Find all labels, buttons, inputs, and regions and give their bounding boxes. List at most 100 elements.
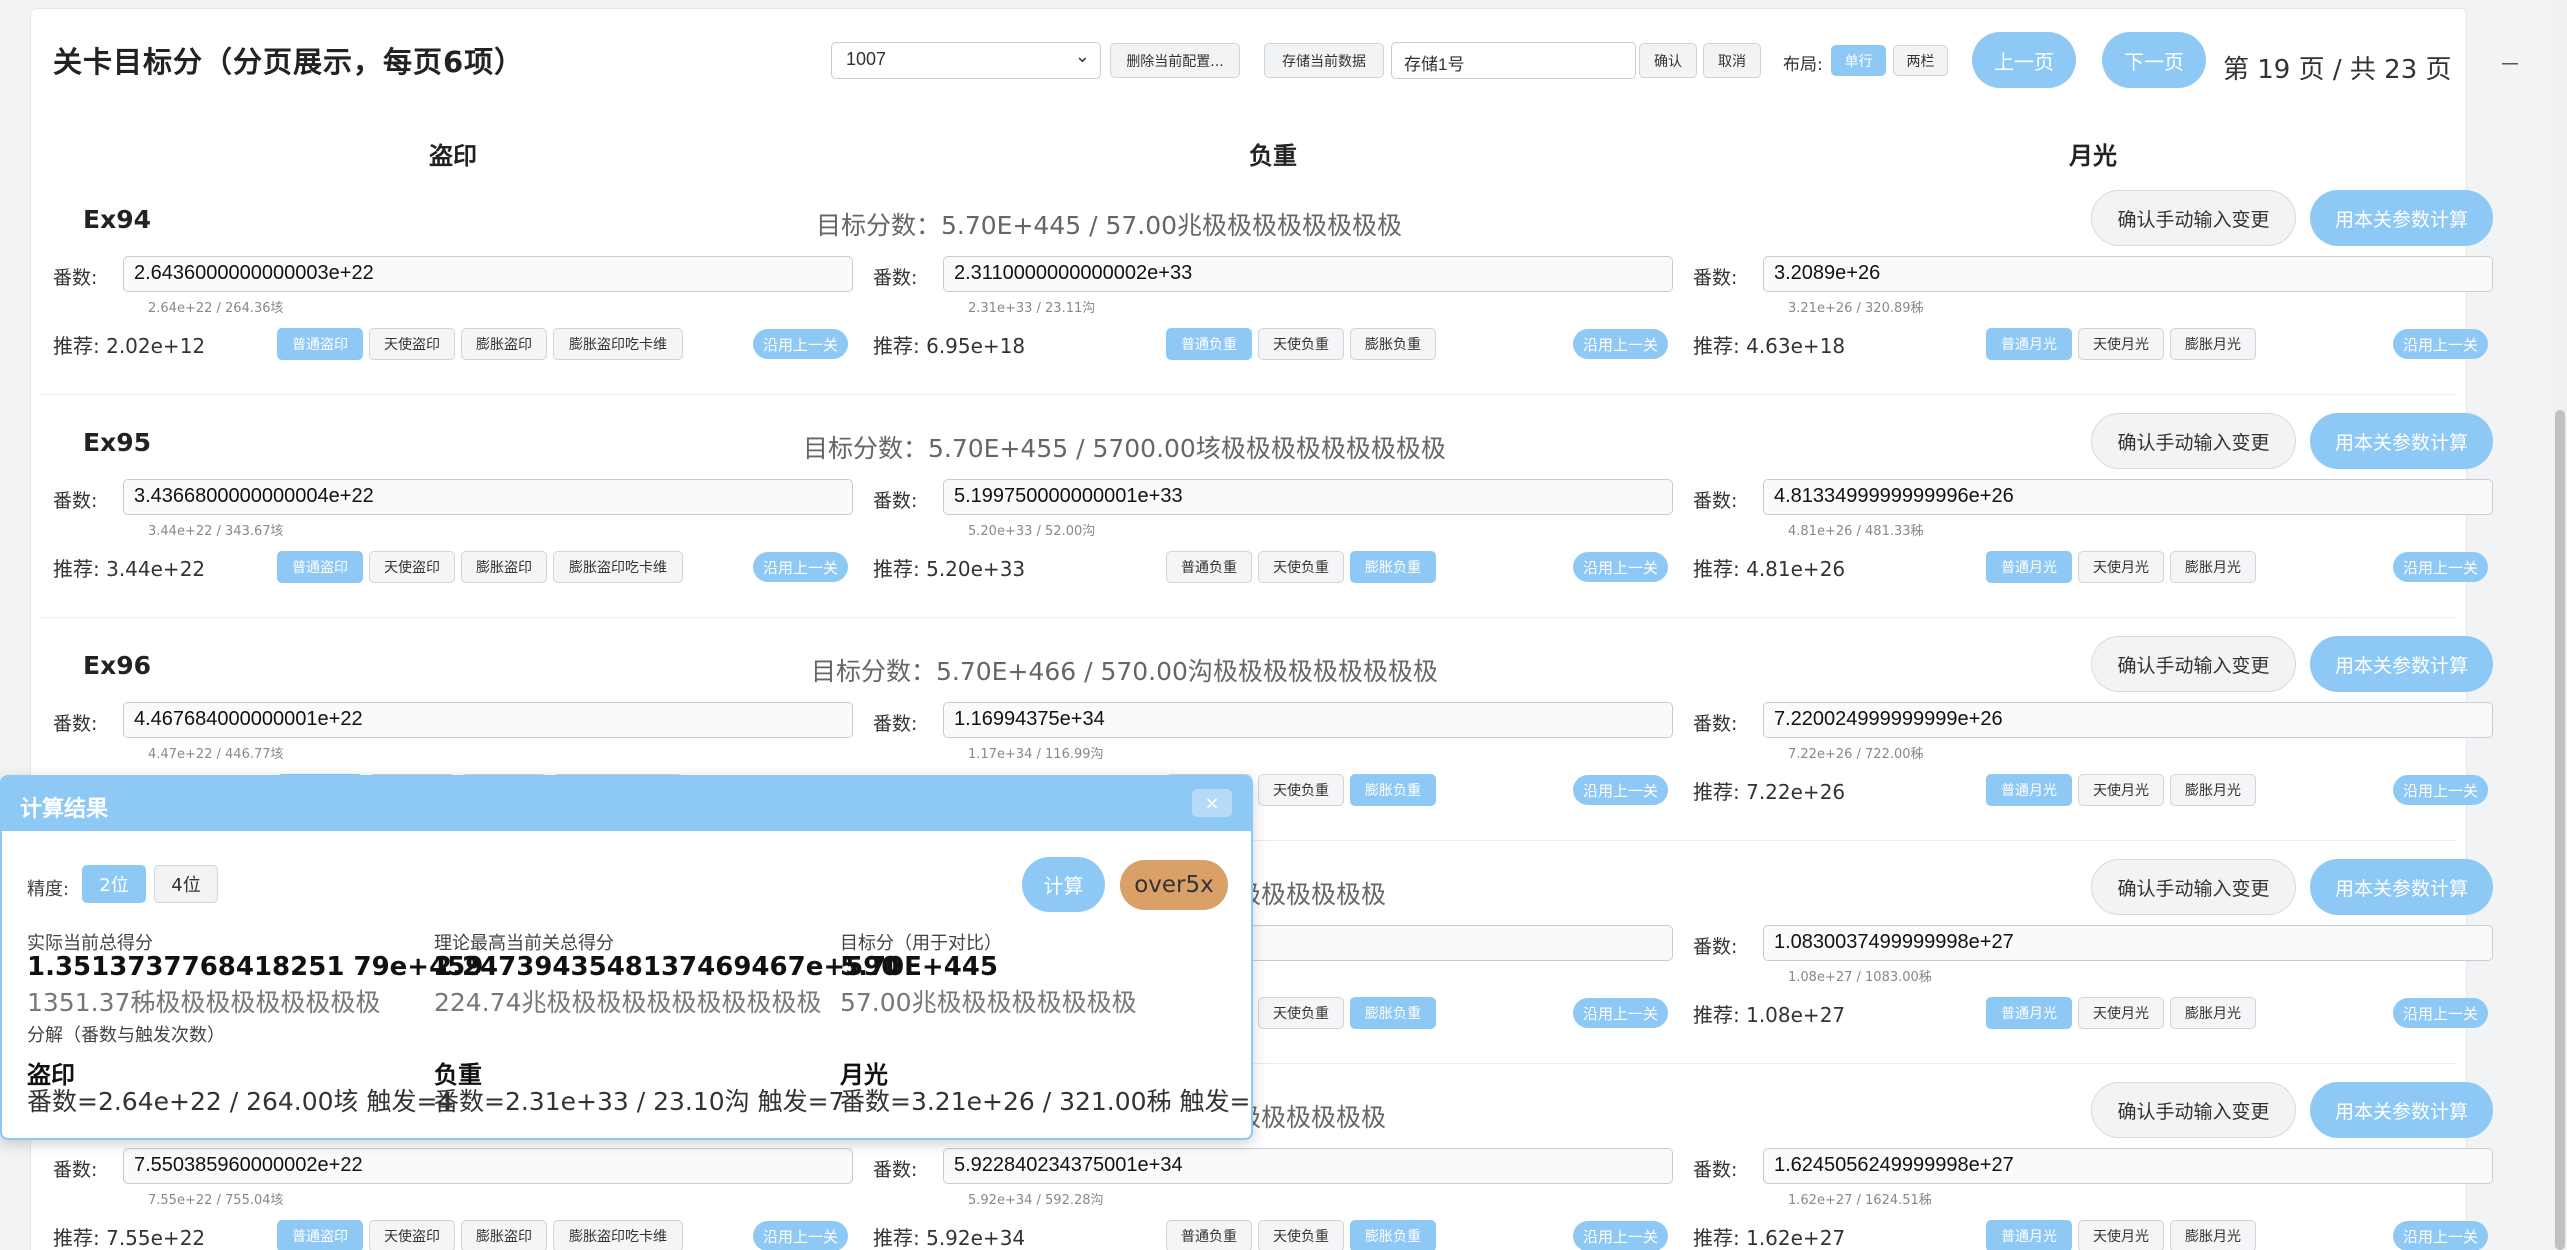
compute-level-button[interactable]: 用本关参数计算: [2310, 190, 2493, 246]
inherit-previous-button[interactable]: 沿用上一关: [2393, 998, 2489, 1028]
mode-button[interactable]: 膨胀负重: [1350, 997, 1436, 1029]
count-hint: 1.08e+27 / 1083.00秭: [1788, 970, 1932, 985]
precision-4-button[interactable]: 4位: [154, 865, 218, 903]
compute-level-button[interactable]: 用本关参数计算: [2310, 636, 2493, 692]
layout-single-button[interactable]: 单行: [1831, 45, 1886, 76]
count-hint: 3.21e+26 / 320.89秭: [1788, 301, 1924, 316]
save-name-input[interactable]: 存储1号: [1391, 42, 1636, 79]
mode-button[interactable]: 天使月光: [2078, 328, 2164, 360]
mode-button[interactable]: 天使负重: [1258, 997, 1344, 1029]
layout-double-button[interactable]: 两栏: [1893, 45, 1948, 76]
config-select[interactable]: 1007 ⌄: [831, 42, 1101, 79]
over-badge: over5x: [1120, 860, 1228, 910]
count-input[interactable]: 1.16994375e+34: [943, 702, 1673, 738]
count-input[interactable]: 5.199750000000001e+33: [943, 479, 1673, 515]
compute-level-button[interactable]: 用本关参数计算: [2310, 1082, 2493, 1138]
inherit-previous-button[interactable]: 沿用上一关: [2393, 775, 2489, 805]
mode-button[interactable]: 普通月光: [1986, 328, 2072, 360]
mode-button[interactable]: 膨胀负重: [1350, 551, 1436, 583]
count-input[interactable]: 7.220024999999999e+26: [1763, 702, 2493, 738]
delete-config-button[interactable]: 删除当前配置...: [1110, 43, 1240, 78]
mode-button[interactable]: 膨胀盗印: [461, 551, 547, 583]
mode-button[interactable]: 天使月光: [2078, 1220, 2164, 1250]
mode-button[interactable]: 膨胀月光: [2170, 774, 2256, 806]
inherit-previous-button[interactable]: 沿用上一关: [1573, 329, 1669, 359]
mode-button[interactable]: 普通盗印: [277, 1220, 363, 1250]
collapse-button[interactable]: －: [2499, 47, 2521, 79]
count-input[interactable]: 1.0830037499999998e+27: [1763, 925, 2493, 961]
inherit-previous-button[interactable]: 沿用上一关: [753, 552, 849, 582]
mode-button[interactable]: 普通负重: [1166, 328, 1252, 360]
mode-button[interactable]: 天使盗印: [369, 1220, 455, 1250]
mode-button[interactable]: 天使月光: [2078, 551, 2164, 583]
mode-button[interactable]: 膨胀盗印吃卡维: [553, 1220, 683, 1250]
mode-button[interactable]: 普通月光: [1986, 551, 2072, 583]
compute-level-button[interactable]: 用本关参数计算: [2310, 413, 2493, 469]
scrollbar[interactable]: [2553, 0, 2567, 1250]
count-input[interactable]: 7.550385960000002e+22: [123, 1148, 853, 1184]
confirm-manual-button[interactable]: 确认手动输入变更: [2091, 190, 2296, 246]
mode-button[interactable]: 膨胀月光: [2170, 1220, 2256, 1250]
level-target-score: 目标分数：5.70E+445 / 57.00兆极极极极极极极极: [816, 211, 1403, 240]
mode-button[interactable]: 天使盗印: [369, 328, 455, 360]
mode-button[interactable]: 普通盗印: [277, 551, 363, 583]
chevron-down-icon: ⌄: [1074, 46, 1090, 66]
mode-button[interactable]: 普通负重: [1166, 551, 1252, 583]
recommend-value: 推荐: 7.22e+26: [1693, 780, 1846, 804]
count-input[interactable]: 1.6245056249999998e+27: [1763, 1148, 2493, 1184]
mode-button[interactable]: 普通负重: [1166, 1220, 1252, 1250]
inherit-previous-button[interactable]: 沿用上一关: [1573, 998, 1669, 1028]
mode-button[interactable]: 膨胀负重: [1350, 328, 1436, 360]
mode-button[interactable]: 膨胀月光: [2170, 551, 2256, 583]
scrollbar-thumb[interactable]: [2555, 410, 2565, 1250]
inherit-previous-button[interactable]: 沿用上一关: [753, 1221, 849, 1250]
confirm-button[interactable]: 确认: [1639, 43, 1697, 78]
count-input[interactable]: 2.6436000000000003e+22: [123, 256, 853, 292]
count-input[interactable]: 2.3110000000000002e+33: [943, 256, 1673, 292]
inherit-previous-button[interactable]: 沿用上一关: [753, 329, 849, 359]
confirm-manual-button[interactable]: 确认手动输入变更: [2091, 1082, 2296, 1138]
mode-button[interactable]: 膨胀盗印: [461, 328, 547, 360]
count-input[interactable]: 3.2089e+26: [1763, 256, 2493, 292]
save-data-button[interactable]: 存储当前数据: [1264, 43, 1384, 78]
prev-page-button[interactable]: 上一页: [1972, 32, 2076, 88]
confirm-manual-button[interactable]: 确认手动输入变更: [2091, 636, 2296, 692]
mode-button[interactable]: 天使负重: [1258, 1220, 1344, 1250]
mode-button[interactable]: 普通月光: [1986, 774, 2072, 806]
inherit-previous-button[interactable]: 沿用上一关: [2393, 329, 2489, 359]
count-input[interactable]: 3.4366800000000004e+22: [123, 479, 853, 515]
next-page-button[interactable]: 下一页: [2102, 32, 2206, 88]
compute-level-button[interactable]: 用本关参数计算: [2310, 859, 2493, 915]
mode-button[interactable]: 普通盗印: [277, 328, 363, 360]
confirm-manual-button[interactable]: 确认手动输入变更: [2091, 413, 2296, 469]
compute-button[interactable]: 计算: [1022, 857, 1105, 912]
mode-button[interactable]: 膨胀月光: [2170, 997, 2256, 1029]
count-input[interactable]: 4.8133499999999996e+26: [1763, 479, 2493, 515]
mode-button[interactable]: 天使盗印: [369, 551, 455, 583]
mode-button[interactable]: 膨胀盗印吃卡维: [553, 551, 683, 583]
mode-button[interactable]: 膨胀月光: [2170, 328, 2256, 360]
inherit-previous-button[interactable]: 沿用上一关: [1573, 552, 1669, 582]
mode-button[interactable]: 天使负重: [1258, 551, 1344, 583]
cancel-button[interactable]: 取消: [1703, 43, 1761, 78]
mode-button[interactable]: 普通月光: [1986, 997, 2072, 1029]
precision-2-button[interactable]: 2位: [82, 865, 146, 903]
mode-button[interactable]: 天使月光: [2078, 774, 2164, 806]
close-button[interactable]: ×: [1192, 789, 1232, 817]
confirm-manual-button[interactable]: 确认手动输入变更: [2091, 859, 2296, 915]
inherit-previous-button[interactable]: 沿用上一关: [2393, 1221, 2489, 1250]
count-hint: 5.92e+34 / 592.28沟: [968, 1193, 1104, 1208]
mode-button[interactable]: 普通月光: [1986, 1220, 2072, 1250]
mode-button[interactable]: 天使负重: [1258, 774, 1344, 806]
count-input[interactable]: 5.922840234375001e+34: [943, 1148, 1673, 1184]
mode-button[interactable]: 膨胀负重: [1350, 1220, 1436, 1250]
mode-button[interactable]: 天使负重: [1258, 328, 1344, 360]
inherit-previous-button[interactable]: 沿用上一关: [2393, 552, 2489, 582]
mode-button[interactable]: 天使月光: [2078, 997, 2164, 1029]
mode-button[interactable]: 膨胀盗印吃卡维: [553, 328, 683, 360]
count-input[interactable]: 4.467684000000001e+22: [123, 702, 853, 738]
mode-button[interactable]: 膨胀盗印: [461, 1220, 547, 1250]
inherit-previous-button[interactable]: 沿用上一关: [1573, 775, 1669, 805]
inherit-previous-button[interactable]: 沿用上一关: [1573, 1221, 1669, 1250]
mode-button[interactable]: 膨胀负重: [1350, 774, 1436, 806]
